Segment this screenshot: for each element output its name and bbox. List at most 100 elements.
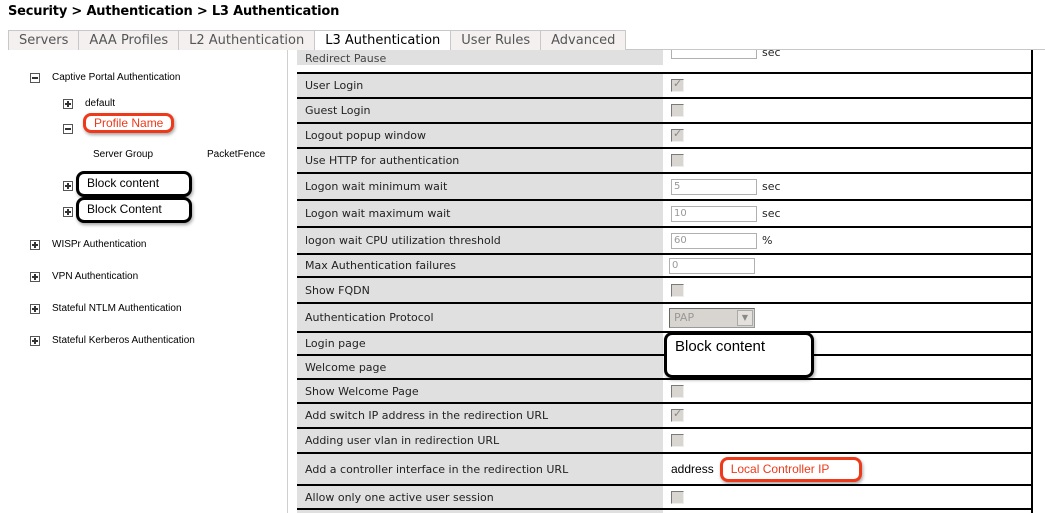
unit-label: sec [762, 180, 781, 193]
tree-item-label: WISPr Authentication [52, 239, 147, 250]
row-label: Welcome page [297, 356, 663, 378]
row-add-switch-ip: Add switch IP address in the redirection… [297, 402, 1031, 427]
tree-item-label: default [85, 98, 116, 109]
row-show-fqdn: Show FQDN [297, 276, 1031, 302]
auth-protocol-select[interactable]: PAP ▼ [669, 307, 755, 328]
row-value [663, 74, 1031, 97]
row-add-controller-if: Add a controller interface in the redire… [297, 452, 1031, 484]
row-one-session: Allow only one active user session [297, 484, 1031, 508]
max-auth-failures-input[interactable]: 0 [669, 257, 755, 274]
one-session-checkbox[interactable] [671, 490, 684, 504]
row-label: Use HTTP for authentication [297, 149, 663, 172]
row-logon-max-wait: Logon wait maximum wait 10 sec [297, 199, 1031, 226]
row-label: Logon wait maximum wait [297, 201, 663, 226]
row-label: Add a controller interface in the redire… [297, 454, 663, 484]
row-value [663, 486, 1031, 508]
add-switch-ip-checkbox[interactable] [671, 407, 684, 422]
row-value: 10 sec [663, 201, 1031, 226]
tab-advanced[interactable]: Advanced [540, 30, 627, 50]
row-label: Authentication Protocol [297, 304, 663, 331]
tree-item-ntlm[interactable]: Stateful NTLM Authentication [30, 303, 182, 314]
row-show-welcome: Show Welcome Page [297, 378, 1031, 402]
tree-item-kerberos[interactable]: Stateful Kerberos Authentication [30, 335, 195, 346]
user-login-checkbox[interactable] [671, 77, 684, 92]
expand-icon[interactable] [30, 239, 40, 250]
tab-aaa-profiles[interactable]: AAA Profiles [78, 30, 180, 50]
logout-popup-checkbox[interactable] [671, 127, 684, 142]
unit-label: % [762, 234, 773, 247]
row-logout-popup: Logout popup window [297, 122, 1031, 147]
chevron-down-icon[interactable]: ▼ [737, 309, 753, 326]
block-content-callout: Block Content [76, 197, 192, 223]
unit-label: sec [762, 50, 781, 59]
address-label: address [671, 462, 714, 476]
row-add-user-vlan: Adding user vlan in redirection URL [297, 427, 1031, 452]
row-value [663, 429, 1031, 452]
expand-icon[interactable] [30, 271, 40, 282]
row-use-http: Use HTTP for authentication [297, 147, 1031, 172]
tree-item-wispr[interactable]: WISPr Authentication [30, 239, 147, 250]
tree-item-block-content-2[interactable]: Block Content [63, 197, 192, 223]
show-welcome-checkbox[interactable] [671, 384, 684, 398]
tree-item-label: Stateful Kerberos Authentication [52, 335, 195, 346]
row-value: PAP ▼ [663, 304, 1031, 331]
tree-item-label: Stateful NTLM Authentication [52, 303, 182, 314]
row-value [663, 99, 1031, 122]
tab-l3-authentication[interactable]: L3 Authentication [314, 30, 452, 51]
profile-name-callout: Profile Name [83, 113, 175, 133]
collapse-icon[interactable] [63, 124, 73, 134]
expand-icon[interactable] [30, 335, 40, 346]
row-next [297, 508, 1031, 513]
tab-servers[interactable]: Servers [8, 30, 80, 50]
row-label: Allow only one active user session [297, 486, 663, 508]
server-group-value-text: PacketFence [207, 149, 266, 160]
logon-min-wait-input[interactable]: 5 [671, 178, 757, 195]
expand-icon[interactable] [63, 207, 73, 217]
row-value: sec [663, 50, 1031, 65]
show-fqdn-checkbox[interactable] [671, 283, 684, 297]
row-redirect-pause: Redirect Pause sec [297, 50, 1031, 65]
expand-icon[interactable] [30, 303, 40, 314]
redirect-pause-input[interactable] [671, 50, 757, 59]
logon-max-wait-input[interactable]: 10 [671, 205, 757, 222]
tree-item-profile-name[interactable]: Profile Name [63, 113, 175, 134]
row-label: Login page [297, 333, 663, 354]
breadcrumb: Security > Authentication > L3 Authentic… [8, 4, 340, 19]
row-label: Add switch IP address in the redirection… [297, 404, 663, 427]
login-page-callout: Block content [664, 332, 814, 378]
row-label: User Login [297, 74, 663, 97]
row-value [663, 278, 1031, 302]
tree-item-vpn[interactable]: VPN Authentication [30, 271, 138, 282]
tree-item-captive-portal[interactable]: Captive Portal Authentication [30, 72, 180, 83]
row-label: Max Authentication failures [297, 255, 663, 276]
controller-ip-callout[interactable]: Local Controller IP [719, 456, 862, 482]
row-value: address Local Controller IP [663, 454, 1031, 484]
row-label: Redirect Pause [297, 50, 663, 65]
tree-item-default[interactable]: default [63, 98, 115, 109]
row-user-login: User Login [297, 72, 1031, 97]
guest-login-checkbox[interactable] [671, 104, 684, 117]
row-label: Logout popup window [297, 124, 663, 147]
row-label: logon wait CPU utilization threshold [297, 228, 663, 253]
row-value: 0 [663, 255, 1031, 276]
expand-icon[interactable] [63, 98, 73, 109]
tab-user-rules[interactable]: User Rules [450, 30, 542, 50]
row-max-auth-failures: Max Authentication failures 0 [297, 253, 1031, 276]
tree-item-block-content-1[interactable]: Block content [63, 171, 192, 197]
row-label: Adding user vlan in redirection URL [297, 429, 663, 452]
row-value [663, 149, 1031, 172]
settings-table: Redirect Pause sec User Login Guest Logi… [297, 50, 1033, 513]
expand-icon[interactable] [63, 181, 73, 191]
block-content-callout: Block content [76, 171, 192, 197]
row-value [663, 124, 1031, 147]
row-value [663, 380, 1031, 402]
tab-bar: Servers AAA Profiles L2 Authentication L… [8, 30, 1045, 51]
add-user-vlan-checkbox[interactable] [671, 434, 684, 447]
use-http-checkbox[interactable] [671, 154, 684, 167]
row-label: Show Welcome Page [297, 380, 663, 402]
tab-l2-authentication[interactable]: L2 Authentication [178, 30, 316, 50]
tree-item-label: Captive Portal Authentication [52, 72, 181, 83]
logon-cpu-input[interactable]: 60 [671, 232, 757, 249]
collapse-icon[interactable] [30, 72, 40, 83]
tree-item-server-group[interactable]: Server Group [93, 149, 153, 160]
